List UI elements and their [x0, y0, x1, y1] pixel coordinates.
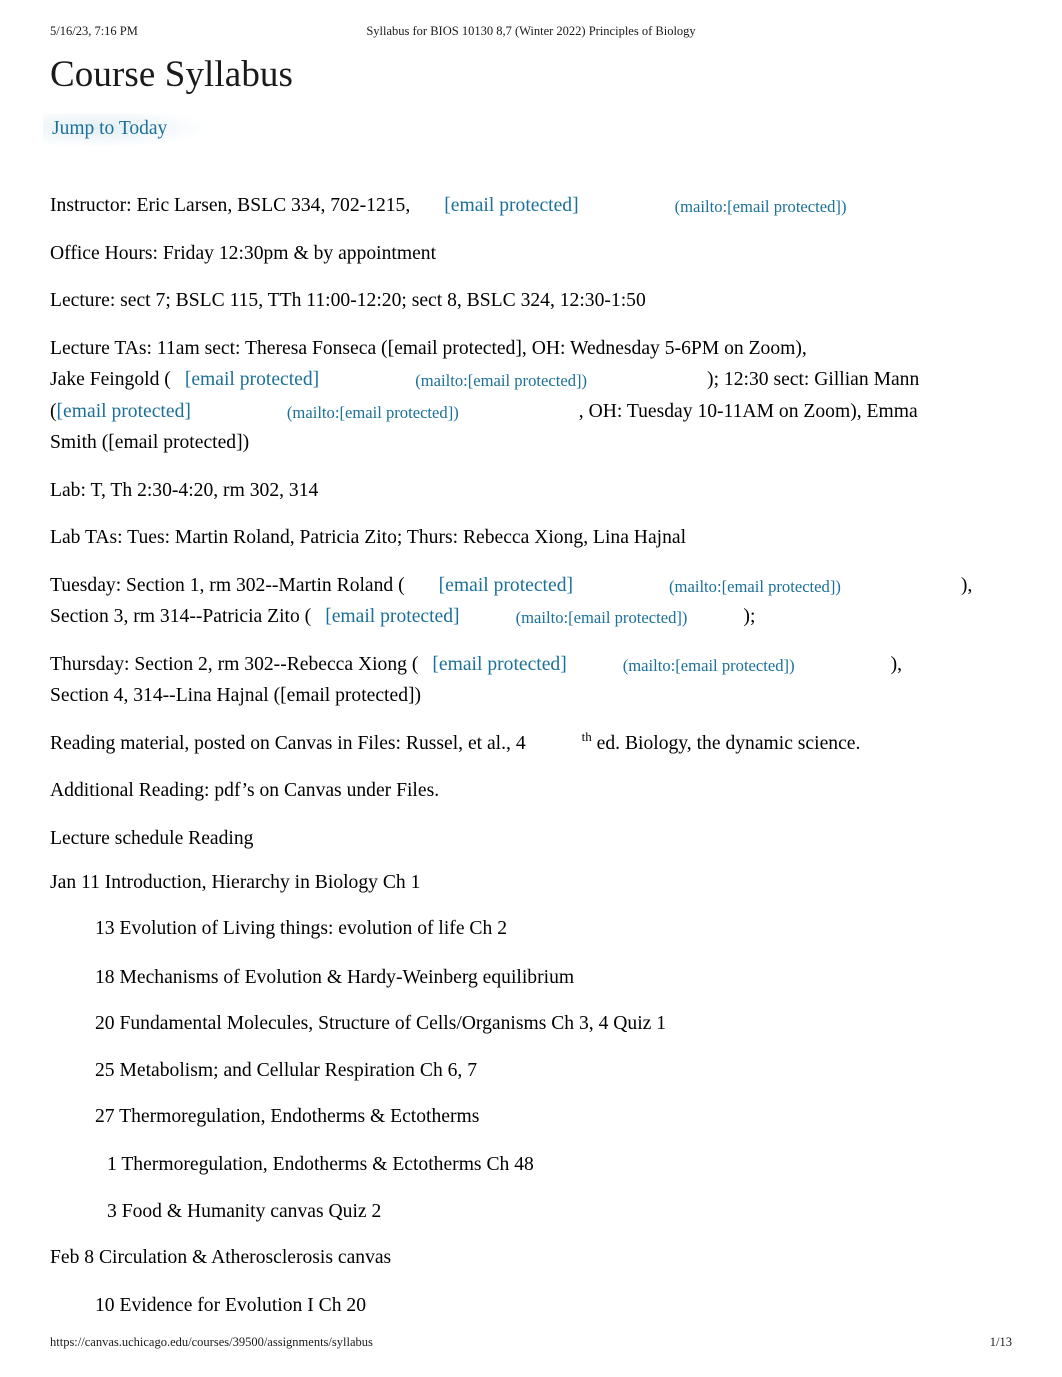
- print-header-title: Syllabus for BIOS 10130 8,7 (Winter 2022…: [366, 24, 696, 38]
- gillian-mann-email-link[interactable]: [email protected]: [57, 401, 191, 422]
- schedule-line: 13 Evolution of Living things: evolution…: [95, 918, 507, 939]
- thursday-line-1-pre: Thursday: Section 2, rm 302--Rebecca Xio…: [50, 653, 419, 675]
- instructor-text: Instructor: Eric Larsen, BSLC 334, 702-1…: [50, 195, 411, 216]
- paragraph-additional-reading: Additional Reading: pdf’s on Canvas unde…: [50, 780, 440, 801]
- schedule-line: 18 Mechanisms of Evolution & Hardy-Weinb…: [95, 967, 575, 988]
- lecture-tas-line-1: Lecture TAs: 11am sect: Theresa Fonseca …: [50, 337, 807, 359]
- lecture-tas-line-2-post: ); 12:30 sect: Gillian Mann: [707, 369, 920, 390]
- jump-to-today-link[interactable]: Jump to Today: [50, 115, 169, 143]
- tuesday-line-1-pre: Tuesday: Section 1, rm 302--Martin Rolan…: [50, 574, 405, 596]
- paragraph-reading-material: Reading material, posted on Canvas in Fi…: [50, 728, 1025, 760]
- print-footer: https://canvas.uchicago.edu/courses/3950…: [50, 1333, 1012, 1351]
- schedule-line: Jan 11 Introduction, Hierarchy in Biolog…: [50, 872, 421, 893]
- instructor-email-link[interactable]: [email protected]: [444, 195, 578, 216]
- schedule-line: 10 Evidence for Evolution I Ch 20: [95, 1295, 366, 1316]
- schedule-line: 3 Food & Humanity canvas Quiz 2: [107, 1201, 382, 1222]
- reading-material-pre: Reading material, posted on Canvas in Fi…: [50, 732, 526, 754]
- print-footer-url: https://canvas.uchicago.edu/courses/3950…: [50, 1335, 373, 1349]
- paragraph-lab-tas: Lab TAs: Tues: Martin Roland, Patricia Z…: [50, 527, 687, 548]
- paragraph-lecture: Lecture: sect 7; BSLC 115, TTh 11:00-12:…: [50, 290, 646, 311]
- instructor-mailto-link[interactable]: (mailto:[email protected]): [675, 197, 847, 216]
- lecture-tas-line-2-pre: Jake Feingold (: [50, 369, 171, 390]
- schedule-line: 20 Fundamental Molecules, Structure of C…: [95, 1013, 667, 1034]
- paragraph-thursday-sections: Thursday: Section 2, rm 302--Rebecca Xio…: [50, 649, 1025, 712]
- rebecca-xiong-email-link[interactable]: [email protected]: [432, 654, 566, 675]
- thursday-line-1: Thursday: Section 2, rm 302--Rebecca Xio…: [50, 649, 1025, 681]
- rebecca-xiong-mailto-link[interactable]: (mailto:[email protected]): [623, 656, 795, 675]
- paragraph-tuesday-sections: Tuesday: Section 1, rm 302--Martin Rolan…: [50, 570, 1025, 633]
- tuesday-line-2-post: );: [743, 606, 756, 627]
- paragraph-lecture-tas: Lecture TAs: 11am sect: Theresa Fonseca …: [50, 333, 1025, 459]
- tuesday-line-2-pre: Section 3, rm 314--Patricia Zito (: [50, 606, 312, 627]
- martin-roland-email-link[interactable]: [email protected]: [439, 575, 573, 596]
- jake-feingold-email-link[interactable]: [email protected]: [185, 369, 319, 390]
- page-title: Course Syllabus: [50, 54, 294, 95]
- thursday-line-1-post: ),: [890, 653, 903, 675]
- schedule-line: 27 Thermoregulation, Endotherms & Ectoth…: [95, 1106, 480, 1127]
- thursday-line-2: Section 4, 314--Lina Hajnal ([email prot…: [50, 685, 422, 706]
- reading-material-superscript: th: [581, 728, 592, 744]
- reading-material-post: ed. Biology, the dynamic science.: [591, 732, 861, 754]
- print-header: 5/16/23, 7:16 PM Syllabus for BIOS 10130…: [50, 22, 1012, 40]
- schedule-line: 1 Thermoregulation, Endotherms & Ectothe…: [107, 1154, 534, 1175]
- schedule-line: 25 Metabolism; and Cellular Respiration …: [95, 1060, 478, 1081]
- syllabus-page: 5/16/23, 7:16 PM Syllabus for BIOS 10130…: [0, 0, 1062, 1377]
- schedule-line: Feb 8 Circulation & Atherosclerosis canv…: [50, 1247, 392, 1268]
- paragraph-lab: Lab: T, Th 2:30-4:20, rm 302, 314: [50, 479, 319, 501]
- paragraph-office-hours: Office Hours: Friday 12:30pm & by appoin…: [50, 242, 437, 264]
- tuesday-line-2: Section 3, rm 314--Patricia Zito ( [email…: [50, 601, 1025, 633]
- lecture-tas-line-2: Jake Feingold ( [email protected] (mailto:…: [50, 364, 1025, 396]
- tuesday-line-1-post: ),: [960, 574, 973, 596]
- lecture-tas-line-3-pre: (: [50, 400, 57, 422]
- lecture-tas-line-3: ([email protected] (mailto:[email protect…: [50, 396, 1025, 428]
- print-footer-page-number: 1/13: [989, 1335, 1012, 1349]
- syllabus-body: Instructor: Eric Larsen, BSLC 334, 702-1…: [50, 190, 1025, 870]
- jake-feingold-mailto-link[interactable]: (mailto:[email protected]): [415, 371, 587, 390]
- lecture-tas-line-3-post: , OH: Tuesday 10-11AM on Zoom), Emma: [578, 400, 918, 422]
- patricia-zito-email-link[interactable]: [email protected]: [325, 606, 459, 627]
- lecture-tas-line-4: Smith ([email protected]): [50, 432, 250, 453]
- patricia-zito-mailto-link[interactable]: (mailto:[email protected]): [516, 608, 688, 627]
- tuesday-line-1: Tuesday: Section 1, rm 302--Martin Rolan…: [50, 570, 1025, 602]
- gillian-mann-mailto-link[interactable]: (mailto:[email protected]): [287, 403, 459, 422]
- martin-roland-mailto-link[interactable]: (mailto:[email protected]): [669, 577, 841, 596]
- paragraph-instructor: Instructor: Eric Larsen, BSLC 334, 702-1…: [50, 190, 1025, 222]
- paragraph-lecture-schedule-heading: Lecture schedule Reading: [50, 827, 254, 849]
